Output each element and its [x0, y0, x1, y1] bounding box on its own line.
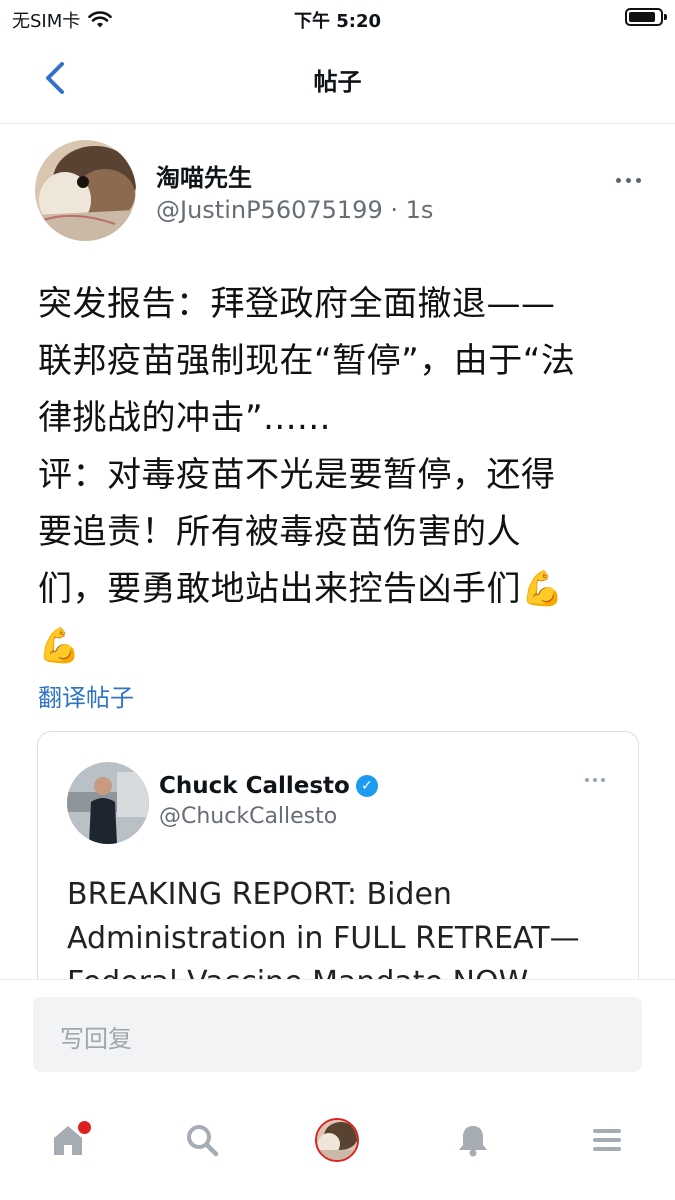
page-title: 帖子 — [313, 68, 362, 96]
translate-post-link[interactable]: 翻译帖子 — [38, 678, 134, 713]
quoted-tweet-text: BREAKING REPORT: Biden Administration in… — [67, 877, 580, 979]
tab-menu[interactable] — [582, 1115, 632, 1165]
tab-bar — [0, 1095, 675, 1200]
profile-avatar-image — [317, 1120, 357, 1160]
verified-badge-icon: ✓ — [355, 775, 378, 797]
tab-notifications[interactable] — [448, 1115, 498, 1165]
author-avatar[interactable] — [35, 140, 136, 241]
search-icon — [187, 1125, 219, 1157]
quoted-author-name-row: Chuck Callesto ✓ — [159, 773, 378, 799]
quoted-author-avatar — [67, 762, 149, 844]
tab-profile[interactable] — [312, 1115, 362, 1165]
reply-bar: 写回复 — [0, 979, 675, 1095]
dot-icon — [601, 778, 605, 782]
quoted-tweet-card[interactable]: Chuck Callesto ✓ @ChuckCallesto BREAKING… — [37, 731, 639, 979]
reply-input[interactable]: 写回复 — [33, 997, 642, 1072]
author-handle: @JustinP56075199 · 1s — [156, 196, 434, 224]
person-avatar-image — [67, 762, 149, 844]
tab-home[interactable] — [43, 1115, 93, 1165]
bell-icon — [459, 1126, 487, 1157]
quoted-author-handle: @ChuckCallesto — [159, 804, 338, 829]
dot-icon — [593, 778, 597, 782]
profile-avatar-icon — [315, 1118, 359, 1162]
cat-avatar-image — [35, 140, 136, 241]
author-name[interactable]: 淘喵先生 — [156, 158, 252, 193]
dot-icon — [625, 177, 631, 183]
more-options-button[interactable] — [608, 168, 648, 192]
dot-icon — [635, 177, 641, 183]
status-bar: 无SIM卡 下午 5:20 — [0, 0, 675, 34]
menu-icon — [593, 1129, 621, 1151]
quoted-more-icon — [585, 778, 605, 782]
tab-search[interactable] — [177, 1115, 227, 1165]
status-time: 下午 5:20 — [293, 11, 382, 32]
dot-icon — [615, 177, 621, 183]
notification-badge — [78, 1121, 91, 1134]
nav-bar: 帖子 — [0, 34, 675, 124]
battery-icon — [625, 8, 667, 26]
quoted-author-name: Chuck Callesto — [159, 773, 350, 799]
battery-level — [629, 12, 655, 22]
post-text: 突发报告：拜登政府全面撤退—— 联邦疫苗强制现在“暂停”，由于“法 律挑战的冲击… — [38, 284, 576, 666]
dot-icon — [585, 778, 589, 782]
